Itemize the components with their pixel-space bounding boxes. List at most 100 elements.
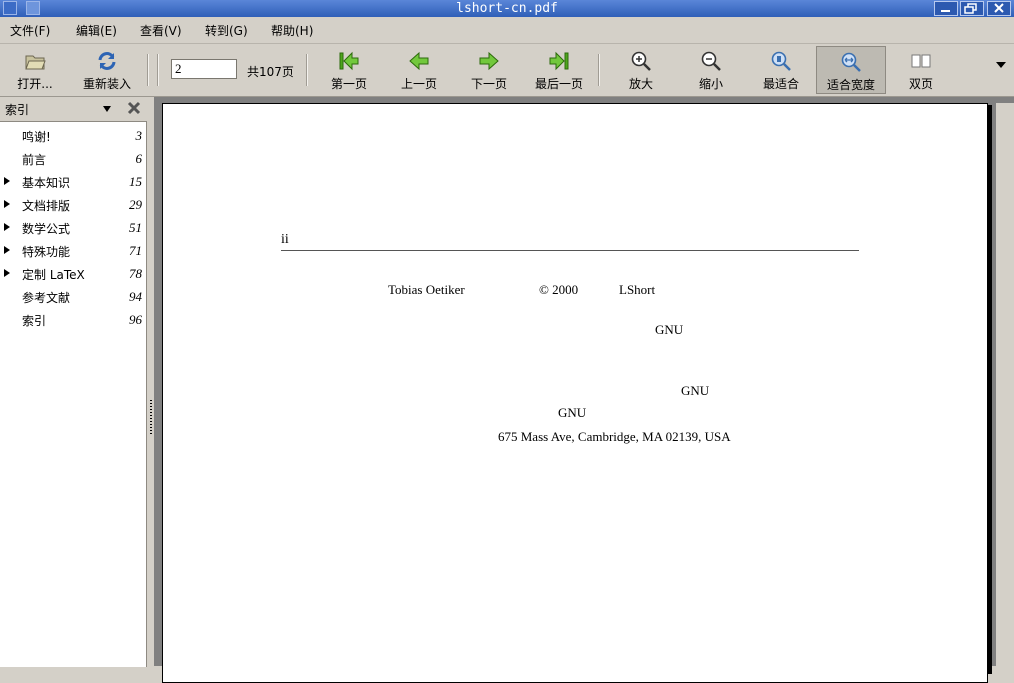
open-button[interactable]: 打开... [4, 46, 66, 94]
sidebar-title: 索引 [5, 103, 30, 117]
menu-file[interactable]: 文件(F) [10, 22, 50, 39]
zoom-in-label: 放大 [628, 77, 653, 91]
arrow-right-icon [479, 51, 499, 71]
outline-item-page: 6 [135, 151, 143, 166]
outline-item[interactable]: 特殊功能 71 [0, 240, 146, 263]
header-rule [281, 250, 859, 251]
outline-item[interactable]: 基本知识 15 [0, 171, 146, 194]
license-text: GNU [558, 405, 587, 420]
outline-item-label: 特殊功能 [22, 245, 71, 259]
menu-help[interactable]: 帮助(H) [271, 22, 313, 39]
open-label: 打开... [17, 77, 53, 91]
first-page-button[interactable]: 第一页 [322, 46, 376, 94]
toolbar-overflow-icon[interactable] [996, 62, 1006, 68]
zoom-in-icon [631, 51, 651, 71]
menu-bar: 文件(F) 编辑(E) 查看(V) 转到(G) 帮助(H) [0, 17, 1014, 44]
outline-item-page: 78 [129, 266, 142, 281]
outline-item[interactable]: 索引 96 [0, 309, 146, 332]
reload-icon [98, 52, 116, 70]
license-text: GNU [681, 383, 710, 398]
outline-item-label: 前言 [22, 153, 47, 167]
toolbar: 打开... 重新装入 共107页 第一页 上一页 下一页 [0, 44, 1014, 97]
title-bar: lshort-cn.pdf [0, 0, 1014, 17]
outline-item[interactable]: 文档排版 29 [0, 194, 146, 217]
toolbar-separator [306, 54, 308, 86]
arrow-left-icon [409, 51, 429, 71]
close-icon [994, 3, 1004, 13]
outline-item-page: 51 [129, 220, 142, 235]
minimize-icon [941, 10, 950, 12]
toolbar-separator [598, 54, 600, 86]
dual-page-button[interactable]: 双页 [894, 46, 948, 94]
restore-icon [964, 3, 977, 14]
document-title-text: LShort [619, 282, 656, 297]
chevron-down-icon[interactable] [103, 106, 111, 112]
fit-width-button[interactable]: 适合宽度 [816, 46, 886, 94]
zoom-out-button[interactable]: 缩小 [684, 46, 738, 94]
next-page-button[interactable]: 下一页 [462, 46, 516, 94]
outline-item-label: 索引 [22, 314, 47, 328]
previous-page-button[interactable]: 上一页 [392, 46, 446, 94]
first-page-label: 第一页 [330, 77, 367, 91]
outline-item-label: 参考文献 [22, 291, 71, 305]
expand-arrow-icon[interactable] [4, 246, 10, 254]
page-number-label: ii [281, 232, 289, 247]
pdf-page: ii Tobias Oetiker © 2000 LShort GNU GNU … [162, 103, 988, 683]
page-number-input[interactable] [171, 59, 237, 79]
last-page-button[interactable]: 最后一页 [526, 46, 592, 94]
close-sidebar-icon[interactable] [126, 100, 142, 116]
toolbar-separator [157, 54, 159, 86]
fit-width-icon [841, 52, 861, 72]
minimize-button[interactable] [934, 1, 958, 16]
maximize-button[interactable] [960, 1, 984, 16]
splitter-grip-icon[interactable] [150, 400, 152, 434]
previous-page-label: 上一页 [400, 77, 437, 91]
best-fit-icon [771, 51, 791, 71]
outline-item[interactable]: 参考文献 94 [0, 286, 146, 309]
expand-arrow-icon[interactable] [4, 200, 10, 208]
window-title: lshort-cn.pdf [456, 1, 558, 16]
zoom-in-button[interactable]: 放大 [614, 46, 668, 94]
outline-item-page: 96 [129, 312, 142, 327]
close-window-button[interactable] [987, 1, 1011, 16]
sidebar-header: 索引 [0, 97, 148, 119]
menu-go[interactable]: 转到(G) [205, 22, 248, 39]
toolbar-separator [147, 54, 149, 86]
outline-item[interactable]: 鸣谢! 3 [0, 125, 146, 148]
page-shadow [988, 105, 992, 674]
outline-item-label: 鸣谢! [22, 130, 51, 144]
expand-arrow-icon[interactable] [4, 223, 10, 231]
page-count: 共107页 [247, 65, 294, 79]
dual-page-label: 双页 [908, 77, 933, 91]
address-text: 675 Mass Ave, Cambridge, MA 02139, USA [498, 429, 731, 444]
outline-item-page: 71 [129, 243, 142, 258]
outline-item-label: 文档排版 [22, 199, 71, 213]
best-fit-button[interactable]: 最适合 [752, 46, 810, 94]
outline-item[interactable]: 定制 LaTeX 78 [0, 263, 146, 286]
outline-item[interactable]: 数学公式 51 [0, 217, 146, 240]
fit-width-label: 适合宽度 [826, 78, 875, 92]
outline-item-page: 15 [129, 174, 142, 189]
outline-list: 鸣谢! 3 前言 6 基本知识 15 文档排版 29 数学公式 51 特殊功能 … [0, 121, 147, 667]
outline-item-label: 数学公式 [22, 222, 71, 236]
first-page-icon [339, 51, 359, 71]
expand-arrow-icon[interactable] [4, 269, 10, 277]
outline-item-page: 94 [129, 289, 142, 304]
menu-edit[interactable]: 编辑(E) [76, 22, 117, 39]
vertical-scrollbar[interactable] [996, 103, 1014, 672]
last-page-label: 最后一页 [534, 77, 583, 91]
menu-view[interactable]: 查看(V) [140, 22, 182, 39]
zoom-out-label: 缩小 [698, 77, 723, 91]
outline-item-page: 3 [135, 128, 143, 143]
outline-item-page: 29 [129, 197, 142, 212]
next-page-label: 下一页 [470, 77, 507, 91]
copyright-text: © 2000 [539, 282, 579, 297]
expand-arrow-icon[interactable] [4, 177, 10, 185]
reload-button[interactable]: 重新装入 [74, 46, 140, 94]
last-page-icon [549, 51, 569, 71]
folder-open-icon [25, 55, 46, 70]
outline-item[interactable]: 前言 6 [0, 148, 146, 171]
document-view[interactable]: ii Tobias Oetiker © 2000 LShort GNU GNU … [154, 97, 1014, 683]
outline-item-label: 定制 LaTeX [22, 268, 85, 282]
sidebar: 索引 鸣谢! 3 前言 6 基本知识 15 文档排版 29 数学公式 51 特殊… [0, 97, 148, 667]
